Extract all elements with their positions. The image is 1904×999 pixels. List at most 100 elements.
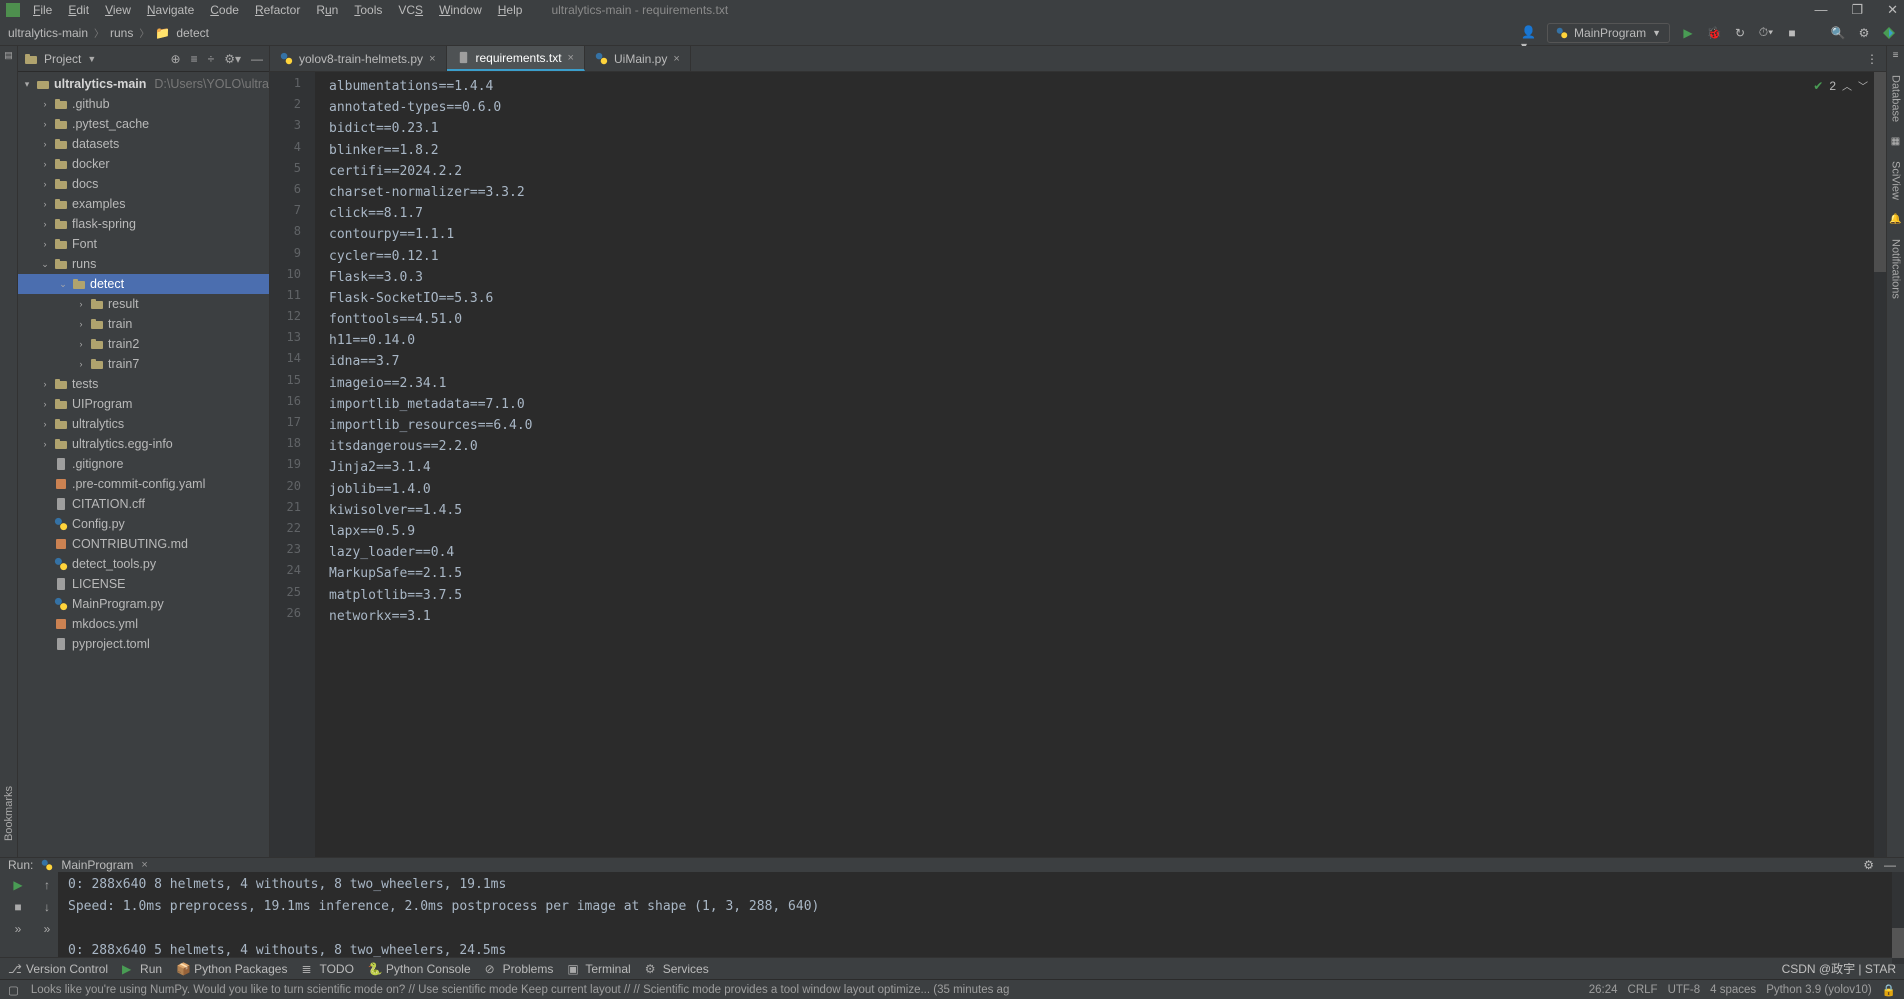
notifications-stripe-label[interactable]: Notifications	[1890, 233, 1902, 305]
editor-tab-yolov8-train-helmets.py[interactable]: yolov8-train-helmets.py×	[270, 46, 447, 71]
menu-edit[interactable]: Edit	[61, 3, 96, 17]
chevron-icon[interactable]: ›	[40, 179, 50, 189]
code-content[interactable]: albumentations==1.4.4annotated-types==0.…	[315, 72, 1886, 857]
code-line[interactable]: kiwisolver==1.4.5	[329, 500, 1886, 521]
code-line[interactable]: Jinja2==3.1.4	[329, 457, 1886, 478]
search-icon[interactable]: 🔍	[1830, 25, 1846, 41]
structure-stripe-icon[interactable]: ▤	[4, 50, 13, 61]
settings-icon[interactable]: ⚙	[1856, 25, 1872, 41]
vertical-scrollbar[interactable]	[1874, 72, 1886, 857]
window-maximize-icon[interactable]: ❐	[1851, 2, 1863, 18]
debug-button-icon[interactable]: 🐞	[1706, 25, 1722, 41]
database-stripe-icon[interactable]: ≡	[1893, 50, 1899, 61]
chevron-down-icon[interactable]: ▼	[87, 54, 96, 64]
menu-refactor[interactable]: Refactor	[248, 3, 307, 17]
interpreter[interactable]: Python 3.9 (yolov10)	[1766, 984, 1871, 996]
encoding[interactable]: UTF-8	[1668, 984, 1701, 996]
down-icon[interactable]: ↓	[44, 900, 50, 914]
code-line[interactable]: importlib_metadata==7.1.0	[329, 394, 1886, 415]
cwm-icon[interactable]	[1882, 26, 1896, 40]
menu-tools[interactable]: Tools	[347, 3, 389, 17]
code-line[interactable]: albumentations==1.4.4	[329, 76, 1886, 97]
tree-item-docker[interactable]: ›docker	[18, 154, 269, 174]
tree-item-.gitignore[interactable]: .gitignore	[18, 454, 269, 474]
tree-item-MainProgram.py[interactable]: MainProgram.py	[18, 594, 269, 614]
chevron-icon[interactable]: ›	[76, 339, 86, 349]
guest-icon[interactable]: 👤▾	[1521, 25, 1537, 41]
profile-icon[interactable]: ⏱▾	[1758, 25, 1774, 41]
tree-item-flask-spring[interactable]: ›flask-spring	[18, 214, 269, 234]
scrollbar-thumb[interactable]	[1874, 72, 1886, 272]
sciview-stripe-icon[interactable]: ▦	[1891, 136, 1900, 147]
bookmarks-stripe-label[interactable]: Bookmarks	[3, 780, 15, 847]
hide-icon[interactable]: —	[251, 52, 263, 66]
chevron-icon[interactable]: ›	[76, 319, 86, 329]
code-line[interactable]: itsdangerous==2.2.0	[329, 436, 1886, 457]
code-line[interactable]: imageio==2.34.1	[329, 373, 1886, 394]
run-config-name[interactable]: MainProgram	[61, 858, 133, 872]
chevron-icon[interactable]: ›	[76, 359, 86, 369]
tree-item-.github[interactable]: ›.github	[18, 94, 269, 114]
code-line[interactable]: joblib==1.4.0	[329, 479, 1886, 500]
tab-menu-icon[interactable]: ⋮	[1858, 46, 1886, 71]
window-close-icon[interactable]: ✕	[1887, 2, 1898, 18]
tree-item-tests[interactable]: ›tests	[18, 374, 269, 394]
code-line[interactable]: charset-normalizer==3.3.2	[329, 182, 1886, 203]
locate-icon[interactable]: ⊕	[171, 52, 181, 66]
chevron-icon[interactable]: ›	[40, 399, 50, 409]
close-icon[interactable]: ×	[429, 53, 435, 65]
tree-item-Config.py[interactable]: Config.py	[18, 514, 269, 534]
console-output[interactable]: 0: 288x640 8 helmets, 4 withouts, 8 two_…	[58, 872, 1904, 964]
settings-icon[interactable]: ⚙▾	[224, 52, 241, 66]
console-scrollbar[interactable]	[1892, 872, 1904, 964]
chevron-down-icon[interactable]: ﹀	[1858, 78, 1868, 93]
code-line[interactable]: h11==0.14.0	[329, 330, 1886, 351]
tree-item-datasets[interactable]: ›datasets	[18, 134, 269, 154]
code-line[interactable]: Flask==3.0.3	[329, 267, 1886, 288]
chevron-icon[interactable]: ›	[76, 299, 86, 309]
code-line[interactable]: importlib_resources==6.4.0	[329, 415, 1886, 436]
expand-all-icon[interactable]: ≡	[191, 52, 198, 66]
project-title[interactable]: Project	[44, 52, 81, 66]
tree-item-train2[interactable]: ›train2	[18, 334, 269, 354]
code-line[interactable]: bidict==0.23.1	[329, 118, 1886, 139]
coverage-icon[interactable]: ↻	[1732, 25, 1748, 41]
caret-pos[interactable]: 26:24	[1589, 984, 1618, 996]
editor[interactable]: 1234567891011121314151617181920212223242…	[270, 72, 1886, 857]
tree-item-docs[interactable]: ›docs	[18, 174, 269, 194]
tree-item-runs[interactable]: ⌄runs	[18, 254, 269, 274]
edge-icon[interactable]: ▢	[8, 983, 19, 997]
tree-item-CITATION.cff[interactable]: CITATION.cff	[18, 494, 269, 514]
chevron-up-icon[interactable]: ︿	[1842, 78, 1852, 93]
tree-item-ultralytics.egg-info[interactable]: ›ultralytics.egg-info	[18, 434, 269, 454]
chevron-icon[interactable]: ›	[40, 439, 50, 449]
code-line[interactable]: lapx==0.5.9	[329, 521, 1886, 542]
tree-item-mkdocs.yml[interactable]: mkdocs.yml	[18, 614, 269, 634]
close-icon[interactable]: ×	[568, 52, 574, 64]
scrollbar-thumb[interactable]	[1892, 928, 1904, 958]
code-line[interactable]: networkx==3.1	[329, 606, 1886, 627]
chevron-icon[interactable]: ›	[40, 119, 50, 129]
code-line[interactable]: fonttools==4.51.0	[329, 309, 1886, 330]
code-line[interactable]: annotated-types==0.6.0	[329, 97, 1886, 118]
code-line[interactable]: click==8.1.7	[329, 203, 1886, 224]
tree-item-CONTRIBUTING.md[interactable]: CONTRIBUTING.md	[18, 534, 269, 554]
code-line[interactable]: certifi==2024.2.2	[329, 161, 1886, 182]
menu-help[interactable]: Help	[491, 3, 530, 17]
chevron-icon[interactable]: ›	[40, 99, 50, 109]
breadcrumb-leaf[interactable]: detect	[176, 26, 209, 40]
breadcrumb-mid[interactable]: runs	[110, 26, 133, 40]
tree-item-train[interactable]: ›train	[18, 314, 269, 334]
more-icon[interactable]: »	[44, 922, 51, 936]
close-icon[interactable]: ×	[673, 53, 679, 65]
tree-item-detect[interactable]: ⌄detect	[18, 274, 269, 294]
rerun-icon[interactable]: ▶	[13, 878, 22, 892]
tree-item-result[interactable]: ›result	[18, 294, 269, 314]
tree-item-LICENSE[interactable]: LICENSE	[18, 574, 269, 594]
menu-view[interactable]: View	[98, 3, 138, 17]
chevron-icon[interactable]: ⌄	[40, 259, 50, 270]
code-line[interactable]: blinker==1.8.2	[329, 140, 1886, 161]
settings-icon[interactable]: ⚙	[1863, 858, 1874, 872]
run-button-icon[interactable]: ▶	[1680, 25, 1696, 41]
menu-vcs[interactable]: VCS	[391, 3, 430, 17]
